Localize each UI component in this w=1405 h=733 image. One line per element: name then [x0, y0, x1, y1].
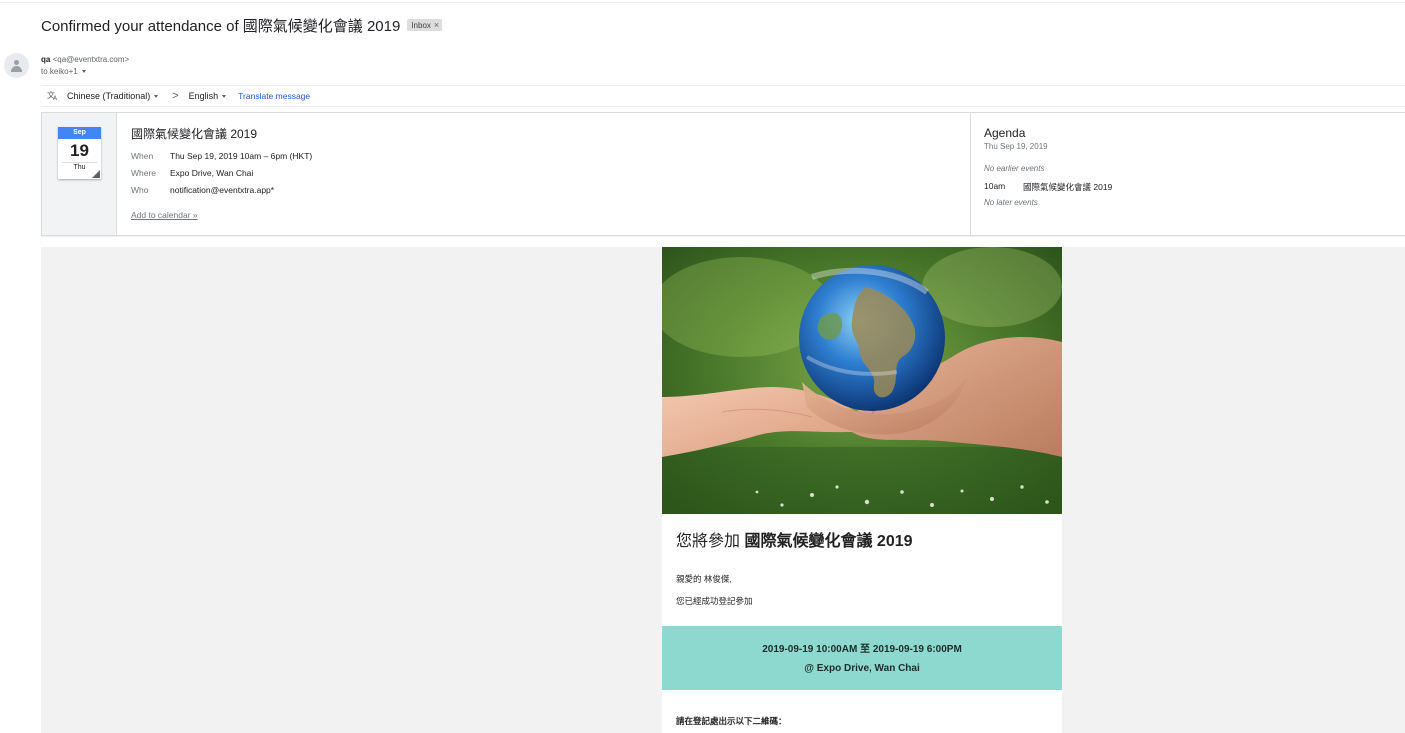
sender-line: qa <qa@eventxtra.com> [41, 55, 129, 64]
heading-event-name: 國際氣候變化會議 2019 [744, 533, 913, 550]
source-language-select[interactable]: Chinese (Traditional) [67, 91, 159, 101]
calendar-invite-card: Sep 19 Thu 國際氣候變化會議 2019 When Thu Sep 19… [41, 112, 1405, 236]
top-divider [0, 2, 1405, 3]
remove-label-icon[interactable]: × [434, 20, 439, 30]
page-fold-icon [92, 170, 100, 178]
sender-email: <qa@eventxtra.com> [52, 55, 130, 64]
svg-text:A: A [53, 95, 58, 100]
invite-date-panel: Sep 19 Thu [42, 113, 117, 235]
who-label: Who [131, 185, 149, 195]
agenda-event-title: 國際氣候變化會議 2019 [1023, 182, 1113, 192]
hero-image [662, 247, 1062, 514]
calendar-date-icon: Sep 19 Thu [58, 127, 101, 179]
translate-bar: 文A Chinese (Traditional) > English Trans… [41, 85, 1405, 107]
invite-title: 國際氣候變化會議 2019 [131, 127, 258, 141]
invite-when-row: When Thu Sep 19, 2019 10am – 6pm (HKT) [131, 151, 312, 161]
source-language-label: Chinese (Traditional) [67, 91, 151, 101]
who-value: notification@eventxtra.app* [170, 185, 275, 195]
calendar-month: Sep [58, 127, 101, 139]
email-heading: 您將參加 國際氣候變化會議 2019 [676, 527, 913, 551]
subject-row: Confirmed your attendance of 國際氣候變化會議 20… [41, 14, 443, 36]
person-avatar-icon [4, 53, 29, 78]
chevron-down-icon [222, 94, 227, 98]
agenda-no-later: No later events [984, 198, 1038, 207]
calendar-day: 19 [70, 141, 89, 160]
when-label: When [131, 151, 154, 161]
target-language-select[interactable]: English [189, 91, 227, 101]
registration-text: 您已經成功登記參加 [676, 596, 753, 606]
agenda-event-time: 10am [984, 181, 1006, 191]
chevron-down-icon [81, 70, 86, 73]
add-to-calendar-link[interactable]: Add to calendar » [131, 210, 198, 220]
event-info-banner: 2019-09-19 10:00AM 至 2019-09-19 6:00PM @… [662, 626, 1062, 690]
greeting-text: 親愛的 林俊傑, [676, 574, 732, 584]
recipients-toggle[interactable]: to keiko+1 [41, 67, 86, 76]
translate-message-link[interactable]: Translate message [238, 91, 310, 101]
where-value[interactable]: Expo Drive, Wan Chai [170, 168, 253, 178]
heading-prefix: 您將參加 [676, 533, 741, 550]
agenda-no-earlier: No earlier events [984, 164, 1045, 173]
invite-who-row: Who notification@eventxtra.app* [131, 185, 274, 195]
qr-instruction: 請在登記處出示以下二維碼： [676, 716, 787, 726]
recipients-text: to keiko+1 [41, 67, 78, 76]
invite-where-row: Where Expo Drive, Wan Chai [131, 168, 253, 178]
agenda-title: Agenda [984, 126, 1026, 140]
email-subject: Confirmed your attendance of 國際氣候變化會議 20… [41, 17, 401, 35]
invite-divider [970, 113, 971, 235]
chevron-down-icon [154, 94, 159, 98]
arrow-right-icon: > [172, 90, 179, 102]
event-venue: @ Expo Drive, Wan Chai [804, 663, 920, 674]
agenda-event[interactable]: 10am 國際氣候變化會議 2019 [984, 181, 1112, 193]
email-content: 您將參加 國際氣候變化會議 2019 親愛的 林俊傑, 您已經成功登記參加 20… [662, 247, 1062, 733]
sender-name[interactable]: qa [41, 55, 50, 64]
target-language-label: English [188, 91, 219, 101]
event-datetime: 2019-09-19 10:00AM 至 2019-09-19 6:00PM [762, 644, 962, 655]
when-value: Thu Sep 19, 2019 10am – 6pm (HKT) [170, 151, 313, 161]
inbox-label[interactable]: Inbox × [407, 19, 443, 31]
translate-icon: 文A [47, 90, 61, 103]
where-label: Where [131, 168, 157, 178]
inbox-label-text: Inbox [411, 20, 431, 30]
agenda-date: Thu Sep 19, 2019 [984, 142, 1048, 151]
